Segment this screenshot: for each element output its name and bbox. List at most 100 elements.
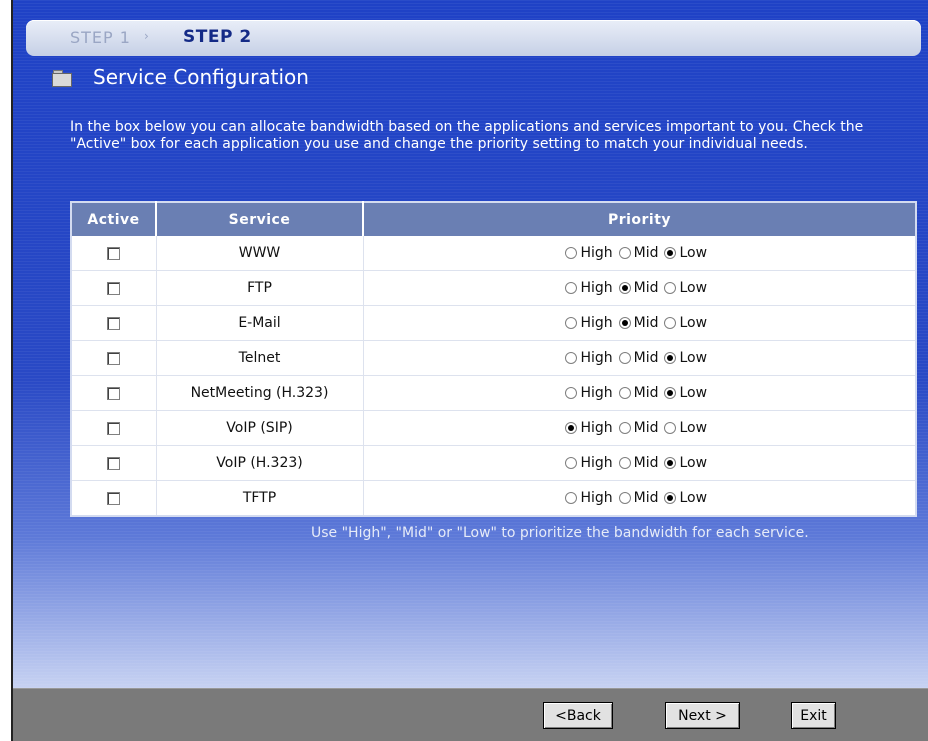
step-indicator: STEP 1 › STEP 2 xyxy=(26,20,921,56)
active-cell xyxy=(71,445,157,481)
priority-cell: High Mid Low xyxy=(363,480,916,517)
priority-radio-high[interactable] xyxy=(565,247,578,259)
table-row: FTP High Mid Low xyxy=(71,270,916,306)
priority-radio-mid[interactable] xyxy=(618,422,631,434)
priority-cell: High Mid Low xyxy=(363,375,916,411)
back-button[interactable]: <Back xyxy=(543,702,613,729)
service-table-body: WWW High Mid Low FTP High Mid Low E-Mail High Mid L… xyxy=(71,236,916,517)
table-row: Telnet High Mid Low xyxy=(71,340,916,376)
table-row: VoIP (H.323) High Mid Low xyxy=(71,445,916,481)
priority-radio-group: High Mid Low xyxy=(565,245,713,261)
service-name: Telnet xyxy=(156,340,364,376)
folder-icon xyxy=(52,70,72,87)
active-cell xyxy=(71,375,157,411)
priority-label-low: Low xyxy=(679,315,708,331)
priority-radio-group: High Mid Low xyxy=(565,385,713,401)
active-cell xyxy=(71,270,157,306)
intro-text: In the box below you can allocate bandwi… xyxy=(70,119,864,152)
priority-label-high: High xyxy=(580,385,613,401)
priority-radio-high[interactable] xyxy=(565,317,578,329)
priority-radio-low[interactable] xyxy=(664,457,677,469)
priority-label-high: High xyxy=(580,245,613,261)
priority-label-high: High xyxy=(580,490,613,506)
priority-label-mid: Mid xyxy=(633,315,659,331)
step-chevron-icon: › xyxy=(144,29,149,43)
priority-radio-group: High Mid Low xyxy=(565,350,713,366)
priority-radio-mid[interactable] xyxy=(618,247,631,259)
service-name: WWW xyxy=(156,236,364,271)
active-checkbox[interactable] xyxy=(107,281,121,295)
active-checkbox[interactable] xyxy=(107,316,121,330)
service-name: E-Mail xyxy=(156,305,364,341)
priority-radio-mid[interactable] xyxy=(618,282,631,294)
active-checkbox[interactable] xyxy=(107,456,121,470)
priority-label-low: Low xyxy=(679,420,708,436)
priority-label-high: High xyxy=(580,280,613,296)
service-table: Active Service Priority WWW High Mid Low FTP… xyxy=(70,201,917,517)
priority-radio-low[interactable] xyxy=(664,352,677,364)
table-row: E-Mail High Mid Low xyxy=(71,305,916,341)
priority-label-mid: Mid xyxy=(633,245,659,261)
priority-radio-low[interactable] xyxy=(664,317,677,329)
priority-label-low: Low xyxy=(679,350,708,366)
priority-label-low: Low xyxy=(679,245,708,261)
active-checkbox[interactable] xyxy=(107,386,121,400)
priority-radio-high[interactable] xyxy=(565,352,578,364)
priority-label-mid: Mid xyxy=(633,280,659,296)
priority-radio-low[interactable] xyxy=(664,247,677,259)
priority-radio-low[interactable] xyxy=(664,422,677,434)
priority-radio-group: High Mid Low xyxy=(565,420,713,436)
priority-radio-low[interactable] xyxy=(664,387,677,399)
priority-radio-group: High Mid Low xyxy=(565,490,713,506)
active-checkbox[interactable] xyxy=(107,421,121,435)
active-checkbox[interactable] xyxy=(107,491,121,505)
priority-radio-group: High Mid Low xyxy=(565,280,713,296)
priority-radio-mid[interactable] xyxy=(618,387,631,399)
priority-cell: High Mid Low xyxy=(363,445,916,481)
priority-radio-high[interactable] xyxy=(565,387,578,399)
active-cell xyxy=(71,340,157,376)
priority-label-high: High xyxy=(580,315,613,331)
service-name: NetMeeting (H.323) xyxy=(156,375,364,411)
active-cell xyxy=(71,410,157,446)
priority-label-low: Low xyxy=(679,385,708,401)
priority-label-high: High xyxy=(580,455,613,471)
active-cell xyxy=(71,236,157,271)
priority-radio-high[interactable] xyxy=(565,422,578,434)
priority-radio-high[interactable] xyxy=(565,457,578,469)
priority-radio-mid[interactable] xyxy=(618,317,631,329)
priority-label-low: Low xyxy=(679,280,708,296)
priority-radio-mid[interactable] xyxy=(618,492,631,504)
wizard-main-panel: STEP 1 › STEP 2 Service Configuration In… xyxy=(13,0,928,688)
priority-label-low: Low xyxy=(679,490,708,506)
active-cell xyxy=(71,480,157,517)
active-checkbox[interactable] xyxy=(107,246,121,260)
priority-radio-low[interactable] xyxy=(664,282,677,294)
priority-radio-high[interactable] xyxy=(565,492,578,504)
priority-label-high: High xyxy=(580,420,613,436)
service-name: VoIP (H.323) xyxy=(156,445,364,481)
priority-hint: Use "High", "Mid" or "Low" to prioritize… xyxy=(311,525,809,541)
priority-label-mid: Mid xyxy=(633,455,659,471)
priority-radio-mid[interactable] xyxy=(618,352,631,364)
page-title: Service Configuration xyxy=(93,65,309,89)
priority-radio-mid[interactable] xyxy=(618,457,631,469)
priority-cell: High Mid Low xyxy=(363,270,916,306)
header-active: Active xyxy=(71,202,157,236)
step-2-label: STEP 2 xyxy=(183,27,252,47)
active-checkbox[interactable] xyxy=(107,351,121,365)
exit-button[interactable]: Exit xyxy=(791,702,836,729)
priority-radio-high[interactable] xyxy=(565,282,578,294)
priority-label-mid: Mid xyxy=(633,490,659,506)
priority-cell: High Mid Low xyxy=(363,305,916,341)
active-cell xyxy=(71,305,157,341)
priority-cell: High Mid Low xyxy=(363,236,916,271)
priority-radio-low[interactable] xyxy=(664,492,677,504)
table-row: VoIP (SIP) High Mid Low xyxy=(71,410,916,446)
next-button[interactable]: Next > xyxy=(665,702,740,729)
priority-label-mid: Mid xyxy=(633,420,659,436)
table-row: TFTP High Mid Low xyxy=(71,480,916,517)
priority-label-mid: Mid xyxy=(633,385,659,401)
table-row: NetMeeting (H.323) High Mid Low xyxy=(71,375,916,411)
priority-label-high: High xyxy=(580,350,613,366)
